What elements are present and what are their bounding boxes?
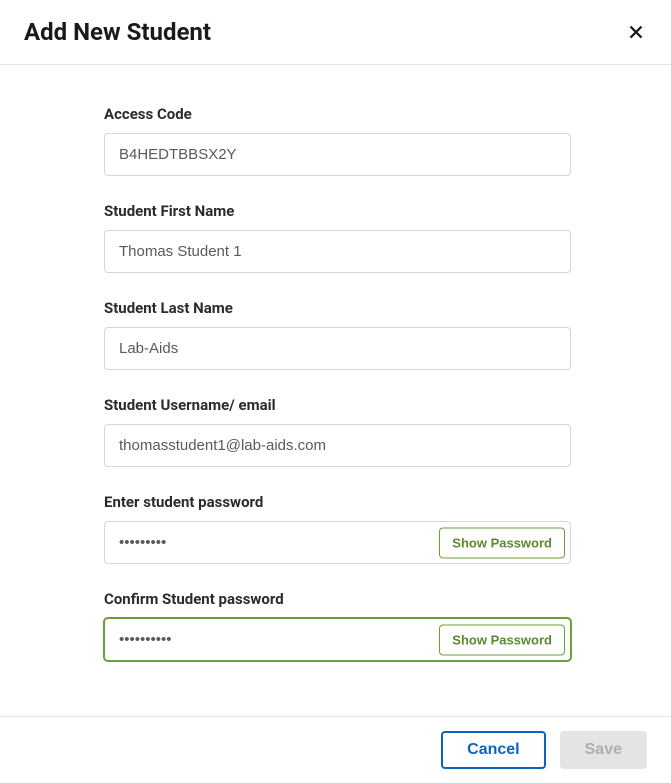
access-code-input-wrap [104,133,571,176]
last-name-group: Student Last Name [104,299,571,370]
dialog-footer: Cancel Save [0,716,671,783]
show-password-button[interactable]: Show Password [439,527,565,558]
first-name-group: Student First Name [104,202,571,273]
password-label: Enter student password [104,493,571,511]
first-name-input[interactable] [104,230,571,273]
confirm-password-label: Confirm Student password [104,590,571,608]
access-code-group: Access Code [104,105,571,176]
dialog-header: Add New Student [0,0,671,65]
dialog-body: Access Code Student First Name Student L… [0,65,671,716]
password-input-wrap: Show Password [104,521,571,564]
show-confirm-password-button[interactable]: Show Password [439,624,565,655]
add-student-dialog: Add New Student Access Code Student Firs… [0,0,671,783]
confirm-password-input-wrap: Show Password [104,618,571,661]
first-name-label: Student First Name [104,202,571,220]
save-button[interactable]: Save [560,731,647,769]
username-input-wrap [104,424,571,467]
username-label: Student Username/ email [104,396,571,414]
confirm-password-group: Confirm Student password Show Password [104,590,571,661]
close-button[interactable] [625,21,647,43]
first-name-input-wrap [104,230,571,273]
last-name-input-wrap [104,327,571,370]
last-name-label: Student Last Name [104,299,571,317]
username-input[interactable] [104,424,571,467]
password-group: Enter student password Show Password [104,493,571,564]
last-name-input[interactable] [104,327,571,370]
username-group: Student Username/ email [104,396,571,467]
close-icon [627,23,645,41]
access-code-input[interactable] [104,133,571,176]
access-code-label: Access Code [104,105,571,123]
dialog-title: Add New Student [24,18,211,46]
cancel-button[interactable]: Cancel [441,731,545,769]
